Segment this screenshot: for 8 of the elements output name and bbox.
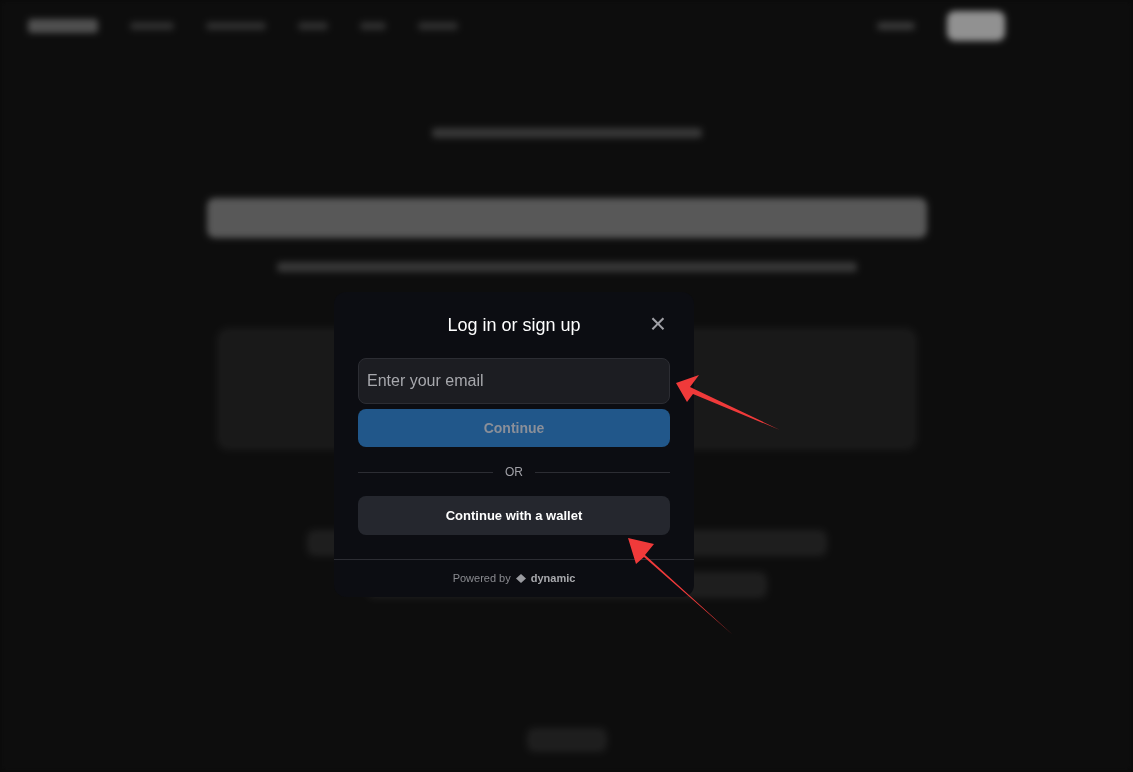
powered-by-text: Powered by — [452, 571, 511, 587]
diamond-logo-icon — [514, 573, 527, 584]
wallet-button[interactable]: Continue with a wallet — [358, 496, 670, 535]
dialog-title: Log in or sign up — [447, 313, 581, 337]
brand-name: dynamic — [530, 571, 576, 587]
close-button[interactable]: × — [649, 312, 666, 336]
email-field[interactable]: Enter your email — [358, 358, 670, 404]
or-divider-text: OR — [505, 464, 523, 481]
